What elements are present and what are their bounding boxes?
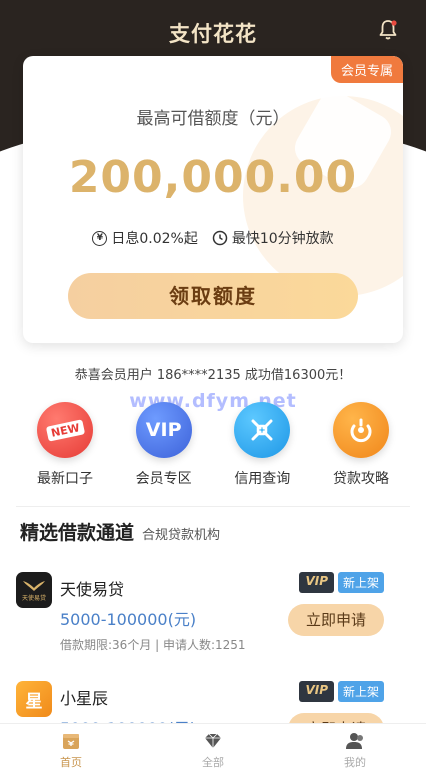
credit-limit-card: 会员专属 最高可借额度（元） 200,000.00 ¥ 日息0.02%起 最快1…	[23, 56, 403, 343]
yen-icon: ¥	[92, 230, 108, 246]
quick-item-credit-query[interactable]: 信用查询	[213, 402, 311, 488]
bottom-tab-bar: 首页 全部 我的	[0, 723, 426, 777]
credit-symbol-icon	[251, 419, 273, 441]
new-badge-icon: NEW	[37, 402, 93, 458]
tab-mine[interactable]: 我的	[284, 724, 426, 777]
logo-text: 天使易贷	[21, 594, 46, 602]
vip-icon: VIP	[135, 402, 192, 458]
diamond-icon	[205, 733, 221, 748]
vip-badge: VIP	[299, 681, 334, 702]
quick-item-latest[interactable]: NEW 最新口子	[16, 402, 114, 488]
bell-icon[interactable]	[376, 18, 400, 42]
feature-fast-payout: 最快10分钟放款	[212, 228, 334, 248]
loan-name: 小星辰	[60, 689, 109, 708]
quick-item-label: 最新口子	[37, 471, 93, 487]
success-notice: 恭喜会员用户 186****2135 成功借16300元！	[74, 368, 352, 383]
new-badge-text: NEW	[45, 418, 85, 442]
clock-icon	[212, 230, 228, 246]
vip-badge: VIP	[299, 572, 334, 593]
star-logo: 星	[16, 681, 52, 717]
quick-item-strategy[interactable]: 贷款攻略	[312, 402, 410, 488]
tab-label: 我的	[344, 756, 366, 769]
angel-wings-logo: 天使易贷	[16, 572, 52, 608]
quick-item-label: 信用查询	[234, 471, 291, 487]
quick-item-label: 会员专区	[135, 471, 192, 487]
quick-actions: NEW 最新口子 VIP 会员专区 信用查询 贷款攻略	[16, 402, 410, 488]
feature-fast-payout-text: 最快10分钟放款	[231, 231, 334, 247]
max-limit-label: 最高可借额度（元）	[136, 109, 290, 129]
new-badge: 新上架	[337, 572, 384, 593]
loan-badges: VIP 新上架	[299, 572, 384, 593]
new-badge: 新上架	[337, 681, 384, 702]
tab-all[interactable]: 全部	[142, 724, 284, 777]
feature-daily-rate: ¥ 日息0.02%起	[92, 228, 198, 248]
tab-home[interactable]: 首页	[0, 724, 142, 777]
section-subtitle: 合规贷款机构	[142, 528, 221, 543]
max-limit-amount: 200,000.00	[68, 152, 358, 203]
tab-label: 首页	[60, 756, 82, 769]
quick-item-vip[interactable]: VIP 会员专区	[115, 402, 213, 488]
loan-meta: 借款期限:36个月 | 申请人数:1251	[60, 638, 246, 652]
wings-icon	[23, 580, 45, 591]
claim-limit-button[interactable]: 领取额度	[68, 273, 358, 319]
app-title: 支付花花	[169, 22, 257, 46]
tab-label: 全部	[202, 756, 224, 769]
card-features: ¥ 日息0.02%起 最快10分钟放款	[23, 228, 403, 248]
user-icon	[346, 733, 363, 749]
apply-button[interactable]: 立即申请	[288, 604, 384, 636]
section-header: 精选借款通道 合规贷款机构	[20, 518, 220, 545]
home-icon	[63, 734, 79, 749]
loan-badges: VIP 新上架	[299, 681, 384, 702]
section-title: 精选借款通道	[20, 522, 135, 544]
strategy-symbol-icon	[350, 418, 372, 443]
loan-item[interactable]: 天使易贷 天使易贷 VIP 新上架 5000-100000(元) 借款期限:36…	[16, 572, 410, 662]
credit-query-icon	[234, 402, 291, 458]
feature-daily-rate-text: 日息0.02%起	[111, 231, 198, 247]
loan-name: 天使易贷	[60, 580, 125, 599]
quick-item-label: 贷款攻略	[332, 471, 389, 487]
strategy-icon	[332, 402, 389, 458]
section-divider	[16, 506, 410, 507]
loan-range: 5000-100000(元)	[60, 610, 197, 629]
member-exclusive-tag: 会员专属	[330, 56, 403, 83]
